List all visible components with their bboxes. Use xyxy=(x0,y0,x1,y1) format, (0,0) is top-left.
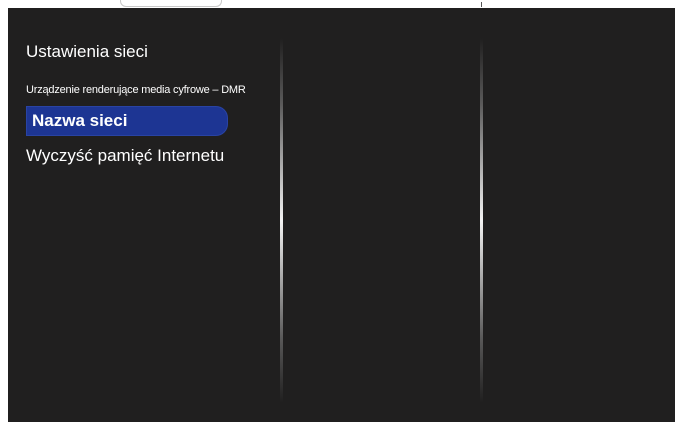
menu-item-network-settings[interactable]: Ustawienia sieci xyxy=(26,42,148,62)
column-divider-right xyxy=(480,38,483,403)
top-tick-mark xyxy=(481,2,482,7)
menu-item-dmr[interactable]: Urządzenie renderujące media cyfrowe – D… xyxy=(26,84,246,96)
menu-item-network-name[interactable]: Nazwa sieci xyxy=(26,106,228,136)
menu-item-clear-internet-memory[interactable]: Wyczyść pamięć Internetu xyxy=(26,146,224,166)
top-frame-artifact xyxy=(120,0,222,7)
menu-screen: Ustawienia sieci Urządzenie renderujące … xyxy=(8,8,675,422)
top-border-strip xyxy=(0,0,683,8)
menu-item-network-name-label: Nazwa sieci xyxy=(32,111,128,130)
column-divider-left xyxy=(280,38,283,403)
